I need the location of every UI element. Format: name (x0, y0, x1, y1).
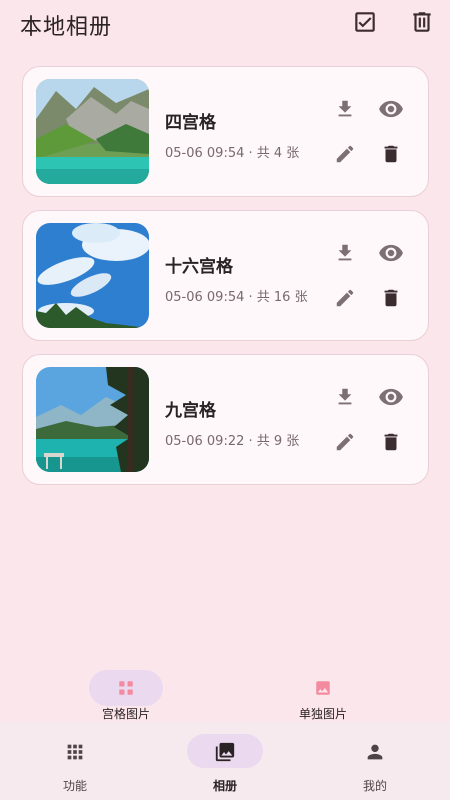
view-button[interactable] (377, 383, 405, 411)
album-name: 九宫格 (165, 401, 216, 421)
delete-button[interactable] (377, 428, 405, 456)
pencil-icon (336, 289, 354, 307)
tab-single-images[interactable]: 单独图片 (253, 668, 393, 722)
album-name: 四宫格 (165, 113, 216, 133)
trash-icon (384, 289, 398, 307)
album-thumbnail[interactable] (36, 223, 149, 328)
tab-label: 单独图片 (298, 707, 347, 721)
person-icon (367, 744, 383, 760)
nav-item-mine[interactable]: 我的 (300, 722, 450, 800)
eye-icon (379, 100, 403, 118)
download-button[interactable] (331, 239, 359, 267)
trash-icon (384, 145, 398, 163)
download-icon (338, 388, 352, 405)
nav-label: 功能 (62, 779, 87, 793)
album-card[interactable]: 四宫格 05-06 09:54 · 共 4 张 (22, 66, 429, 197)
trash-icon (413, 12, 431, 32)
delete-all-button[interactable] (408, 8, 436, 36)
bottom-navigation: 功能 相册 我的 (0, 722, 450, 800)
view-button[interactable] (377, 95, 405, 123)
check-box-icon (355, 12, 375, 32)
album-card[interactable]: 九宫格 05-06 09:22 · 共 9 张 (22, 354, 429, 485)
album-type-tabs: 宫格图片 单独图片 (0, 668, 450, 722)
delete-button[interactable] (377, 284, 405, 312)
edit-button[interactable] (331, 284, 359, 312)
nav-label: 我的 (362, 779, 387, 793)
pencil-icon (336, 433, 354, 451)
download-button[interactable] (331, 383, 359, 411)
image-icon (316, 681, 330, 695)
apps-grid-icon (67, 744, 83, 760)
album-thumbnail[interactable] (36, 79, 149, 184)
trash-icon (384, 433, 398, 451)
tab-label: 宫格图片 (101, 707, 150, 721)
album-meta: 05-06 09:22 · 共 9 张 (165, 434, 300, 449)
album-name: 十六宫格 (165, 257, 233, 277)
select-all-button[interactable] (351, 8, 379, 36)
download-icon (338, 100, 352, 117)
tab-grid-images[interactable]: 宫格图片 (56, 668, 196, 722)
delete-button[interactable] (377, 140, 405, 168)
app-header: 本地相册 (0, 0, 450, 50)
eye-icon (379, 244, 403, 262)
nav-item-function[interactable]: 功能 (0, 722, 150, 800)
grid-icon (119, 681, 133, 695)
edit-button[interactable] (331, 428, 359, 456)
page-title: 本地相册 (20, 15, 113, 40)
album-thumbnail[interactable] (36, 367, 149, 472)
nav-label: 相册 (212, 779, 237, 793)
edit-button[interactable] (331, 140, 359, 168)
photo-library-icon (215, 742, 235, 762)
view-button[interactable] (377, 239, 405, 267)
download-button[interactable] (331, 95, 359, 123)
eye-icon (379, 388, 403, 406)
album-card[interactable]: 十六宫格 05-06 09:54 · 共 16 张 (22, 210, 429, 341)
download-icon (338, 244, 352, 261)
pencil-icon (336, 145, 354, 163)
album-meta: 05-06 09:54 · 共 4 张 (165, 146, 300, 161)
nav-item-album[interactable]: 相册 (150, 722, 300, 800)
album-meta: 05-06 09:54 · 共 16 张 (165, 290, 308, 305)
